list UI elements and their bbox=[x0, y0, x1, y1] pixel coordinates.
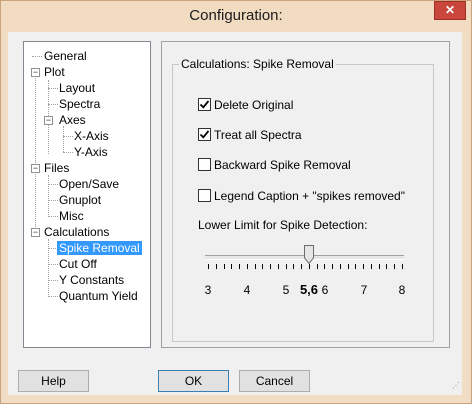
legend-caption-label: Legend Caption + "spikes removed" bbox=[214, 189, 405, 203]
tree-item-quantum-yield[interactable]: Quantum Yield bbox=[59, 288, 138, 304]
tree-item-spike-removal[interactable]: Spike Removal bbox=[57, 240, 142, 256]
tree-item-files[interactable]: Files bbox=[44, 160, 69, 176]
close-button[interactable]: ✕ bbox=[434, 1, 466, 20]
tree-item-calculations[interactable]: Calculations bbox=[44, 224, 109, 240]
backward-spike-removal-label: Backward Spike Removal bbox=[214, 158, 351, 172]
resize-grip-icon[interactable]: ⋰ bbox=[452, 382, 460, 390]
slider-tick bbox=[363, 264, 364, 269]
tree-item-x-axis[interactable]: X-Axis bbox=[74, 128, 109, 144]
tree-item-spectra[interactable]: Spectra bbox=[59, 96, 100, 112]
tick-label-6: 6 bbox=[321, 283, 329, 297]
window-title: Configuration: bbox=[189, 7, 283, 24]
checkmark-icon bbox=[199, 100, 210, 109]
slider-tick bbox=[216, 264, 217, 269]
treat-all-spectra-checkbox[interactable] bbox=[198, 128, 211, 141]
slider-tick bbox=[262, 264, 263, 269]
delete-original-checkbox[interactable] bbox=[198, 98, 211, 111]
slider-tick bbox=[340, 264, 341, 269]
slider-tick bbox=[278, 264, 279, 269]
tick-label-8: 8 bbox=[398, 283, 406, 297]
spike-detection-label: Lower Limit for Spike Detection: bbox=[198, 218, 368, 232]
collapse-icon[interactable]: − bbox=[31, 228, 40, 237]
title-bar[interactable]: Configuration: ✕ bbox=[1, 1, 471, 33]
tick-label-5: 5 bbox=[282, 283, 290, 297]
slider-tick bbox=[239, 264, 240, 269]
slider-tick bbox=[386, 264, 387, 269]
slider-tick bbox=[332, 264, 333, 269]
checkmark-icon bbox=[199, 130, 210, 139]
slider-tick bbox=[286, 264, 287, 269]
slider-tick bbox=[255, 264, 256, 269]
slider-tick bbox=[324, 264, 325, 269]
slider-thumb[interactable] bbox=[304, 245, 314, 264]
collapse-icon[interactable]: − bbox=[44, 116, 53, 125]
help-button[interactable]: Help bbox=[18, 370, 89, 392]
slider-tick bbox=[402, 264, 403, 269]
collapse-icon[interactable]: − bbox=[31, 68, 40, 77]
tree-item-y-axis[interactable]: Y-Axis bbox=[74, 144, 108, 160]
slider-tick bbox=[379, 264, 380, 269]
cancel-button[interactable]: Cancel bbox=[239, 370, 310, 392]
slider-tick bbox=[301, 264, 302, 269]
tree-item-plot[interactable]: Plot bbox=[44, 64, 65, 80]
slider-tick bbox=[293, 264, 294, 269]
group-title: Calculations: Spike Removal bbox=[179, 57, 336, 71]
slider-tick bbox=[371, 264, 372, 269]
collapse-icon[interactable]: − bbox=[31, 164, 40, 173]
tree-item-misc[interactable]: Misc bbox=[59, 208, 84, 224]
slider-tick bbox=[348, 264, 349, 269]
slider-tick bbox=[208, 264, 209, 269]
slider-tick bbox=[394, 264, 395, 269]
tree-item-y-constants[interactable]: Y Constants bbox=[59, 272, 124, 288]
slider-tick bbox=[317, 264, 318, 269]
spike-removal-group bbox=[172, 64, 434, 342]
slider-tick bbox=[309, 264, 310, 269]
slider-tick bbox=[355, 264, 356, 269]
ok-button[interactable]: OK bbox=[158, 370, 229, 392]
tick-label-7: 7 bbox=[360, 283, 368, 297]
backward-spike-removal-checkbox[interactable] bbox=[198, 158, 211, 171]
slider-tick bbox=[270, 264, 271, 269]
tree-item-layout[interactable]: Layout bbox=[59, 80, 95, 96]
tick-label-3: 3 bbox=[204, 283, 212, 297]
tree-item-axes[interactable]: Axes bbox=[59, 112, 86, 128]
tree-item-general[interactable]: General bbox=[44, 48, 87, 64]
legend-caption-checkbox[interactable] bbox=[198, 189, 211, 202]
slider-tick bbox=[247, 264, 248, 269]
tick-label-4: 4 bbox=[243, 283, 251, 297]
slider-tick bbox=[231, 264, 232, 269]
tree-item-gnuplot[interactable]: Gnuplot bbox=[59, 192, 101, 208]
slider-tick bbox=[224, 264, 225, 269]
tree-item-cut-off[interactable]: Cut Off bbox=[59, 256, 97, 272]
treat-all-spectra-label: Treat all Spectra bbox=[214, 128, 302, 142]
delete-original-label: Delete Original bbox=[214, 98, 294, 112]
tree-item-open-save[interactable]: Open/Save bbox=[59, 176, 119, 192]
